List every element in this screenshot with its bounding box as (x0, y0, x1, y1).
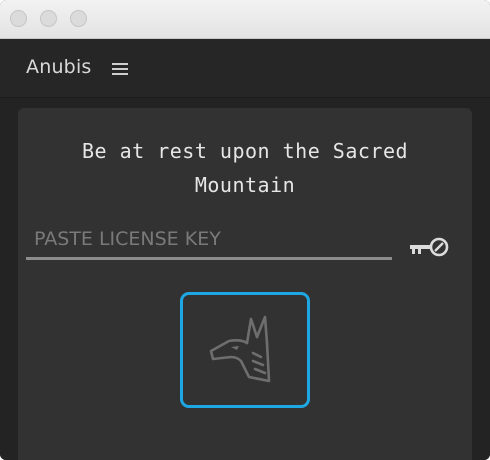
motto-line-1: Be at rest upon the Sacred (81, 139, 409, 163)
anubis-action-button[interactable] (180, 292, 310, 408)
hamburger-menu-icon[interactable] (110, 61, 130, 77)
content-card: Be at rest upon the Sacred Mountain (18, 108, 472, 460)
window-zoom-button[interactable] (70, 10, 87, 27)
anubis-head-icon (209, 315, 271, 383)
window-titlebar[interactable] (0, 0, 490, 39)
activate-key-button[interactable] (408, 234, 452, 260)
key-icon (410, 237, 449, 257)
motto-line-2: Mountain (194, 173, 296, 197)
panel-header: Anubis (0, 39, 490, 98)
panel-title: Anubis (26, 56, 92, 78)
license-key-input[interactable] (26, 220, 392, 260)
motto-text: Be at rest upon the Sacred Mountain (18, 134, 472, 202)
extension-panel: Anubis Be at rest upon the Sacred Mounta… (0, 39, 490, 460)
window-close-button[interactable] (10, 10, 27, 27)
app-window: Anubis Be at rest upon the Sacred Mounta… (0, 0, 490, 460)
window-minimize-button[interactable] (40, 10, 57, 27)
